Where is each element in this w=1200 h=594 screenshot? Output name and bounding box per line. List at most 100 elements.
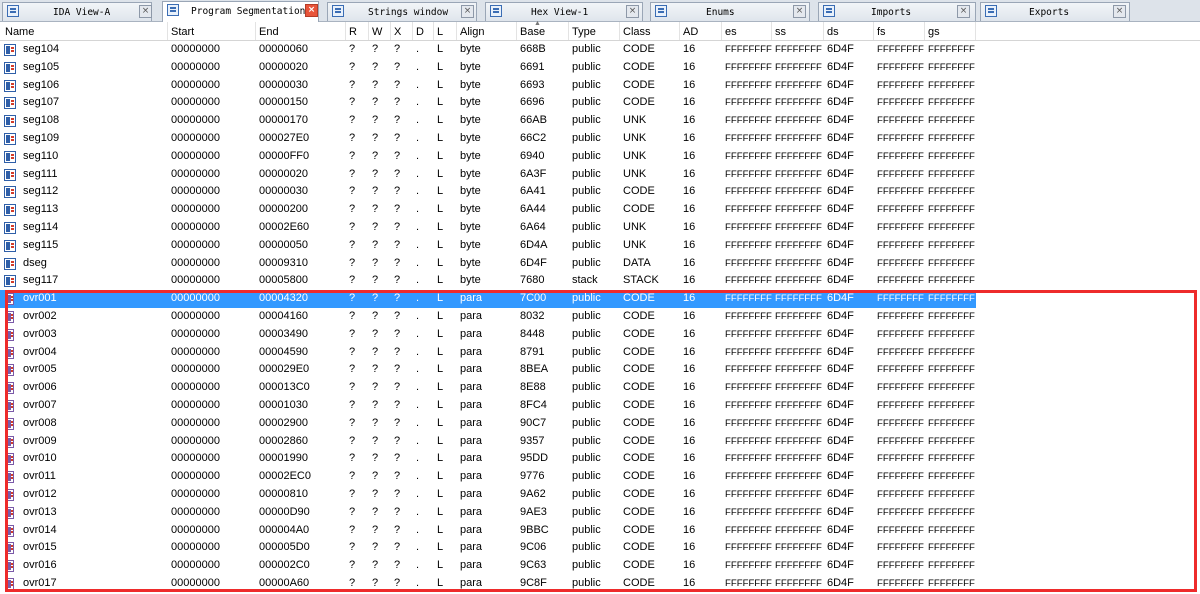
- table-row[interactable]: ovr015 00000000 000005D0???. Lpara 9C06 publi…: [0, 539, 976, 557]
- tab-hex-view-1[interactable]: Hex View-1 ×: [485, 2, 643, 21]
- table-row[interactable]: seg110 00000000 00000FF0???. Lbyte 6940 publi…: [0, 148, 976, 166]
- close-icon[interactable]: ×: [957, 5, 970, 18]
- table-row[interactable]: ovr014 00000000 000004A0???. Lpara 9BBC publi…: [0, 522, 976, 540]
- table-row[interactable]: ovr017 00000000 00000A60???. Lpara 9C8F publi…: [0, 575, 976, 593]
- cell-class: UNK: [623, 221, 647, 233]
- table-row[interactable]: dseg 00000000 00009310???. Lbyte 6D4F public D…: [0, 255, 976, 273]
- table-row[interactable]: seg104 00000000 00000060???. Lbyte 668B publi…: [0, 41, 976, 59]
- table-row[interactable]: ovr006 00000000 000013C0???. Lpara 8E88 publi…: [0, 379, 976, 397]
- cell-fs: FFFFFFFF: [877, 489, 924, 500]
- column-header-fs[interactable]: fs: [874, 22, 925, 40]
- cell-ss: FFFFFFFF: [775, 133, 822, 144]
- cell-start: 00000000: [171, 327, 220, 340]
- table-row[interactable]: seg109 00000000 000027E0???. Lbyte 66C2 publi…: [0, 130, 976, 148]
- table-row[interactable]: seg106 00000000 00000030???. Lbyte 6693 publi…: [0, 77, 976, 95]
- cell-x: ?: [394, 577, 401, 589]
- table-row[interactable]: ovr016 00000000 000002C0???. Lpara 9C63 publi…: [0, 557, 976, 575]
- table-row[interactable]: ovr010 00000000 00001990???. Lpara 95DD publi…: [0, 450, 976, 468]
- column-header-r[interactable]: R: [346, 22, 369, 40]
- column-header-l[interactable]: L: [434, 22, 457, 40]
- column-header-label: Base: [520, 26, 546, 38]
- column-header-align[interactable]: Align: [457, 22, 517, 40]
- close-icon[interactable]: ×: [1113, 5, 1126, 18]
- table-row[interactable]: ovr004 00000000 00004590???. Lpara 8791 publi…: [0, 344, 976, 362]
- cell-gs: FFFFFFFF: [928, 382, 975, 394]
- close-icon[interactable]: ×: [793, 5, 806, 18]
- column-header-base[interactable]: Base ▲: [517, 20, 569, 40]
- column-header-ss[interactable]: ss: [772, 22, 824, 40]
- cell-name: ovr002: [23, 310, 57, 322]
- column-header-es[interactable]: es: [722, 22, 772, 40]
- table-row[interactable]: ovr009 00000000 00002860???. Lpara 9357 publi…: [0, 433, 976, 451]
- cell-ad: 16: [683, 96, 696, 109]
- cell-gs: FFFFFFFF: [928, 578, 975, 589]
- table-row[interactable]: seg115 00000000 00000050???. Lbyte 6D4A publi…: [0, 237, 976, 255]
- cell-align: byte: [460, 256, 481, 269]
- cell-x: ?: [394, 345, 401, 358]
- close-icon[interactable]: ×: [626, 5, 639, 18]
- cell-align: para: [460, 452, 483, 465]
- column-header-start[interactable]: Start: [168, 22, 256, 40]
- cell-gs: FFFFFFFF: [928, 61, 975, 73]
- close-icon[interactable]: ×: [305, 4, 318, 17]
- cell-name: seg107: [23, 96, 60, 109]
- table-row[interactable]: seg114 00000000 00002E60???. Lbyte 6A64 publi…: [0, 219, 976, 237]
- column-header-class[interactable]: Class: [620, 22, 680, 40]
- table-row[interactable]: ovr005 00000000 000029E0???. Lpara 8BEA publi…: [0, 361, 976, 379]
- close-icon[interactable]: ×: [139, 5, 152, 18]
- column-header-ds[interactable]: ds: [824, 22, 874, 40]
- column-header-end[interactable]: End: [256, 22, 346, 40]
- tab-strings-window[interactable]: Strings window ×: [327, 2, 477, 21]
- column-header-type[interactable]: Type: [569, 22, 620, 40]
- cell-ss: FFFFFFFF: [775, 453, 822, 465]
- table-row[interactable]: seg105 00000000 00000020???. Lbyte 6691 publi…: [0, 59, 976, 77]
- cell-name: seg109: [23, 132, 60, 144]
- table-row[interactable]: ovr013 00000000 00000D90???. Lpara 9AE3 publi…: [0, 504, 976, 522]
- cell-gs: FFFFFFFF: [928, 435, 975, 447]
- cell-ss: FFFFFFFF: [775, 489, 822, 500]
- column-header-d[interactable]: D: [413, 22, 434, 40]
- cell-ss: FFFFFFFF: [775, 257, 822, 269]
- column-header-name[interactable]: Name: [2, 22, 168, 40]
- close-icon[interactable]: ×: [461, 5, 474, 18]
- cell-ds: 6D4F: [827, 470, 854, 483]
- tab-ida-view-a[interactable]: IDA View-A ×: [2, 2, 152, 21]
- table-row[interactable]: ovr008 00000000 00002900???. Lpara 90C7 publi…: [0, 415, 976, 433]
- cell-end: 000005D0: [259, 541, 310, 554]
- cell-gs: FFFFFFFF: [928, 115, 975, 127]
- table-row[interactable]: seg107 00000000 00000150???. Lbyte 6696 publi…: [0, 94, 976, 112]
- cell-name: seg108: [23, 114, 60, 127]
- column-header-w[interactable]: W: [369, 22, 391, 40]
- cell-start: 00000000: [171, 43, 220, 55]
- cell-l: L: [437, 43, 444, 55]
- table-row[interactable]: ovr001 00000000 00004320???. Lpara 7C00 publi…: [0, 290, 976, 308]
- cell-x: ?: [394, 416, 401, 429]
- cell-ad: 16: [683, 434, 696, 447]
- column-header-x[interactable]: X: [391, 22, 413, 40]
- tab-program-segmentation[interactable]: Program Segmentation ×: [162, 1, 319, 22]
- table-row[interactable]: seg111 00000000 00000020???. Lbyte 6A3F publi…: [0, 166, 976, 184]
- table-row[interactable]: ovr011 00000000 00002EC0???. Lpara 9776 publi…: [0, 468, 976, 486]
- table-row[interactable]: ovr007 00000000 00001030???. Lpara 8FC4 publi…: [0, 397, 976, 415]
- cell-align: byte: [460, 132, 481, 144]
- cell-name: ovr017: [23, 577, 57, 589]
- cell-ad: 16: [683, 523, 696, 536]
- cell-fs: FFFFFFFF: [877, 168, 924, 180]
- cell-start: 00000000: [171, 345, 220, 358]
- table-row[interactable]: seg113 00000000 00000200???. Lbyte 6A44 publi…: [0, 201, 976, 219]
- table-row[interactable]: seg117 00000000 00005800???. Lbyte 7680 stack…: [0, 272, 976, 290]
- tab-exports[interactable]: Exports ×: [980, 2, 1130, 21]
- cell-r: ?: [349, 488, 356, 500]
- tab-imports[interactable]: Imports ×: [818, 2, 976, 21]
- tab-enums[interactable]: Enums ×: [650, 2, 810, 21]
- column-header-ad[interactable]: AD: [680, 22, 722, 40]
- cell-l: L: [437, 274, 444, 287]
- cell-r: ?: [349, 167, 356, 180]
- cell-class: CODE: [623, 310, 655, 322]
- table-row[interactable]: seg108 00000000 00000170???. Lbyte 66AB publi…: [0, 112, 976, 130]
- table-row[interactable]: ovr003 00000000 00003490???. Lpara 8448 publi…: [0, 326, 976, 344]
- column-header-gs[interactable]: gs: [925, 22, 976, 40]
- table-row[interactable]: seg112 00000000 00000030???. Lbyte 6A41 publi…: [0, 183, 976, 201]
- table-row[interactable]: ovr012 00000000 00000810???. Lpara 9A62 publi…: [0, 486, 976, 504]
- table-row[interactable]: ovr002 00000000 00004160???. Lpara 8032 publi…: [0, 308, 976, 326]
